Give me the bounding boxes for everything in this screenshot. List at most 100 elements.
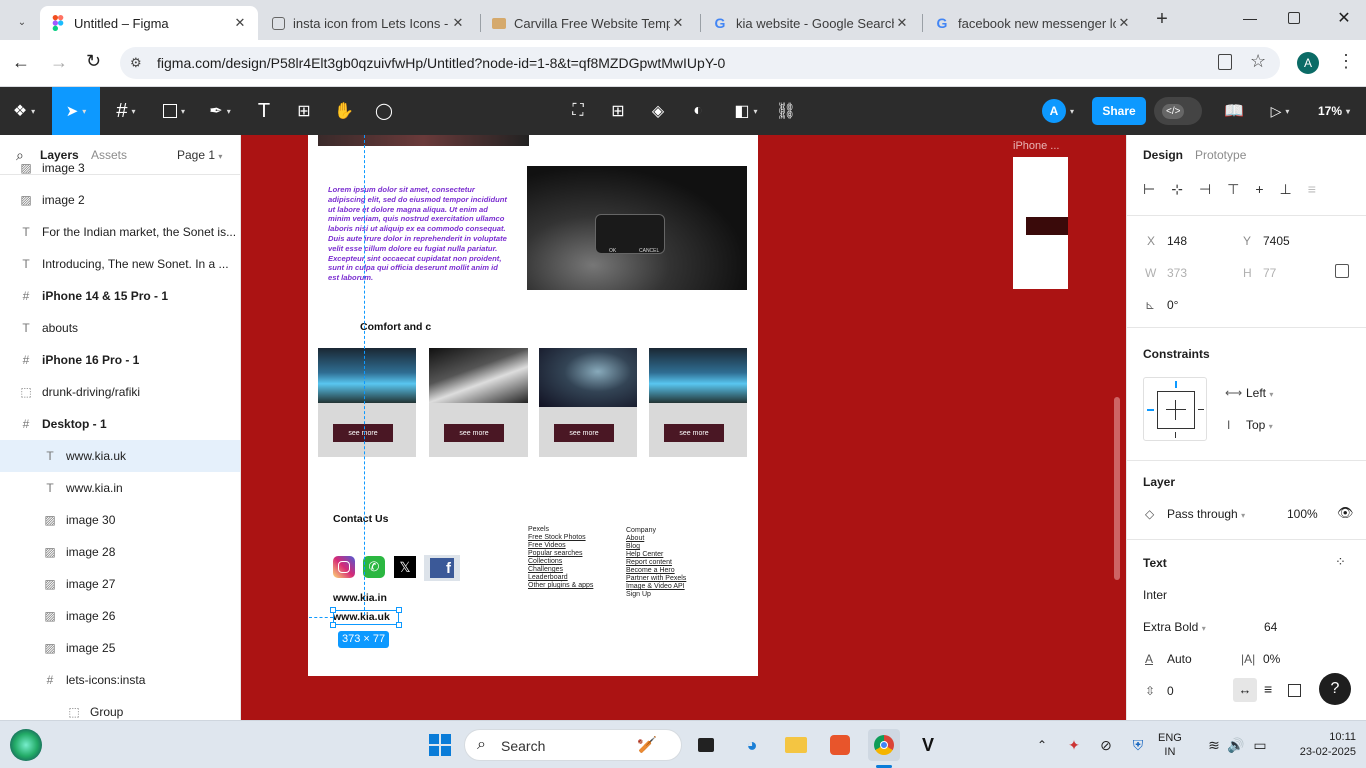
footer-link[interactable]: Image & Video API bbox=[626, 583, 706, 591]
taskbar-search[interactable]: ⌕ Search 🏏 bbox=[464, 729, 682, 761]
blend-mode-select[interactable]: Pass through ▾ bbox=[1167, 507, 1245, 521]
feature-card-3[interactable]: see more bbox=[539, 348, 637, 457]
see-more-button[interactable]: see more bbox=[554, 424, 614, 442]
line-height-input[interactable]: Auto bbox=[1167, 652, 1192, 666]
close-icon[interactable]: ✕ bbox=[232, 15, 248, 31]
font-weight-select[interactable]: Extra Bold ▾ bbox=[1143, 620, 1206, 634]
whatsapp-icon[interactable]: ✆ bbox=[363, 556, 385, 578]
show-hidden-icons[interactable]: ⌃ bbox=[1026, 729, 1058, 761]
shape-tool-button[interactable]: ▾ bbox=[156, 87, 192, 135]
weather-widget-icon[interactable] bbox=[10, 729, 42, 761]
rotation-input[interactable]: 0° bbox=[1167, 298, 1178, 312]
help-button[interactable]: ? bbox=[1319, 673, 1351, 705]
comfort-heading[interactable]: Comfort and c bbox=[360, 321, 431, 333]
text-styles-icon[interactable]: ⁘ bbox=[1335, 554, 1346, 570]
x-input[interactable]: 148 bbox=[1167, 234, 1187, 248]
footer-link[interactable]: Company bbox=[626, 527, 706, 535]
boolean-button[interactable]: ◧ ▾ bbox=[728, 87, 764, 135]
auto-height-icon[interactable]: ≡ bbox=[1264, 681, 1272, 697]
library-button[interactable]: 📖 bbox=[1222, 87, 1246, 135]
footer-link[interactable]: Pexels bbox=[528, 526, 608, 534]
feature-card-4[interactable]: see more bbox=[649, 348, 747, 457]
canvas[interactable]: Lorem ipsum dolor sit amet, consectetur … bbox=[241, 135, 1126, 720]
new-tab-button[interactable]: + bbox=[1150, 8, 1174, 32]
layer-row[interactable]: ⬚ Group bbox=[0, 696, 240, 720]
omnibox[interactable]: ⚙ figma.com/design/P58lr4Elt3gb0qzuivfwH… bbox=[120, 47, 1280, 79]
align-top-icon[interactable]: ⊤ bbox=[1227, 181, 1239, 198]
footer-link[interactable]: Blog bbox=[626, 543, 706, 551]
share-button[interactable]: Share bbox=[1092, 97, 1146, 125]
tab-google-facebook[interactable]: G facebook new messenger lo ✕ bbox=[924, 6, 1142, 40]
footer-link[interactable]: Other plugins & apps bbox=[528, 582, 608, 590]
layer-row[interactable]: ▨ image 3 bbox=[0, 152, 240, 184]
close-icon[interactable]: ✕ bbox=[670, 15, 686, 31]
layer-row[interactable]: # lets-icons:insta bbox=[0, 664, 240, 696]
footer-link[interactable]: Sign Up bbox=[626, 591, 706, 599]
fixed-size-icon[interactable] bbox=[1288, 684, 1301, 697]
layer-row[interactable]: T Introducing, The new Sonet. In a ... bbox=[0, 248, 240, 280]
tab-google-kia[interactable]: G kia website - Google Search ✕ bbox=[702, 6, 920, 40]
reload-icon[interactable]: ↻ bbox=[86, 51, 101, 72]
layer-row[interactable]: ▨ image 30 bbox=[0, 504, 240, 536]
see-more-button[interactable]: see more bbox=[333, 424, 393, 442]
browser-menu-icon[interactable]: ⋮ bbox=[1337, 51, 1355, 72]
tab-insta-icon[interactable]: insta icon from Lets Icons - I ✕ bbox=[262, 6, 476, 40]
footer-link[interactable]: Free Videos bbox=[528, 542, 608, 550]
auto-width-icon[interactable]: ↔ bbox=[1233, 678, 1257, 702]
layout-grid-button[interactable]: ⊞ bbox=[606, 87, 630, 135]
footer-link[interactable]: Partner with Pexels bbox=[626, 575, 706, 583]
back-icon[interactable]: ← bbox=[12, 52, 30, 73]
layer-row[interactable]: # iPhone 16 Pro - 1 bbox=[0, 344, 240, 376]
present-button[interactable]: ▷ ▾ bbox=[1262, 87, 1298, 135]
footer-link[interactable]: Become a Hero bbox=[626, 567, 706, 575]
tab-figma[interactable]: Untitled – Figma ✕ bbox=[40, 6, 258, 40]
y-input[interactable]: 7405 bbox=[1263, 234, 1290, 248]
layer-row[interactable]: # Desktop - 1 bbox=[0, 408, 240, 440]
steering-wheel-image[interactable]: OK CANCEL bbox=[527, 166, 747, 290]
facebook-icon[interactable]: f bbox=[424, 555, 460, 581]
clipboard-icon[interactable] bbox=[1218, 54, 1232, 70]
top-image[interactable] bbox=[318, 135, 529, 146]
lorem-paragraph[interactable]: Lorem ipsum dolor sit amet, consectetur … bbox=[328, 185, 510, 283]
x-twitter-icon[interactable]: 𝕏 bbox=[394, 556, 416, 578]
site-settings-icon[interactable]: ⚙ bbox=[130, 55, 142, 71]
profile-avatar[interactable]: A bbox=[1297, 52, 1319, 74]
iphone-frame-label[interactable]: iPhone ... bbox=[1013, 140, 1059, 152]
selection-box[interactable] bbox=[330, 607, 402, 628]
pen-tool-button[interactable]: ✒ ▾ bbox=[202, 87, 238, 135]
hand-tool-button[interactable]: ✋ bbox=[332, 87, 356, 135]
frame-tool-button[interactable]: # ▾ bbox=[108, 87, 144, 135]
tab-carvilla[interactable]: Carvilla Free Website Templa ✕ bbox=[482, 6, 696, 40]
app-icon-orange[interactable] bbox=[824, 729, 856, 761]
w-input[interactable]: 373 bbox=[1167, 266, 1187, 280]
see-more-button[interactable]: see more bbox=[444, 424, 504, 442]
layer-row[interactable]: ▨ image 27 bbox=[0, 568, 240, 600]
link-button[interactable]: ⛓ bbox=[774, 87, 798, 135]
restore-button[interactable] bbox=[1288, 12, 1300, 24]
zoom-menu[interactable]: 17% ▾ bbox=[1310, 87, 1358, 135]
file-explorer-icon[interactable] bbox=[780, 729, 812, 761]
footer-link[interactable]: Free Stock Photos bbox=[528, 534, 608, 542]
constraint-left-active[interactable] bbox=[1147, 409, 1154, 411]
footer-link[interactable]: Challenges bbox=[528, 566, 608, 574]
paragraph-spacing-input[interactable]: 0 bbox=[1167, 684, 1174, 698]
footer-link[interactable]: Help Center bbox=[626, 551, 706, 559]
tray-app-icon[interactable]: ✦ bbox=[1058, 729, 1090, 761]
horizontal-constraint-select[interactable]: Left ▾ bbox=[1246, 386, 1273, 400]
see-more-button[interactable]: see more bbox=[664, 424, 724, 442]
layer-row[interactable]: ▨ image 26 bbox=[0, 600, 240, 632]
eye-icon[interactable]: 👁 bbox=[1337, 505, 1354, 521]
close-icon[interactable]: ✕ bbox=[450, 15, 466, 31]
tab-search-icon[interactable]: ⌄ bbox=[8, 8, 36, 36]
layer-row[interactable]: ⬚ drunk-driving/rafiki bbox=[0, 376, 240, 408]
font-family-select[interactable]: Inter bbox=[1143, 588, 1167, 602]
move-tool-button[interactable]: ➤ ▾ bbox=[52, 87, 100, 135]
start-button[interactable] bbox=[424, 729, 456, 761]
resources-button[interactable]: ⊞ bbox=[292, 87, 316, 135]
text-tool-button[interactable]: T bbox=[252, 87, 276, 135]
network-off-icon[interactable]: ⊘ bbox=[1090, 729, 1122, 761]
security-icon[interactable]: ⛨ bbox=[1122, 729, 1154, 761]
close-icon[interactable]: ✕ bbox=[1116, 15, 1132, 31]
bookmark-star-icon[interactable]: ☆ bbox=[1250, 51, 1266, 72]
align-right-icon[interactable]: ⊣ bbox=[1199, 181, 1211, 198]
